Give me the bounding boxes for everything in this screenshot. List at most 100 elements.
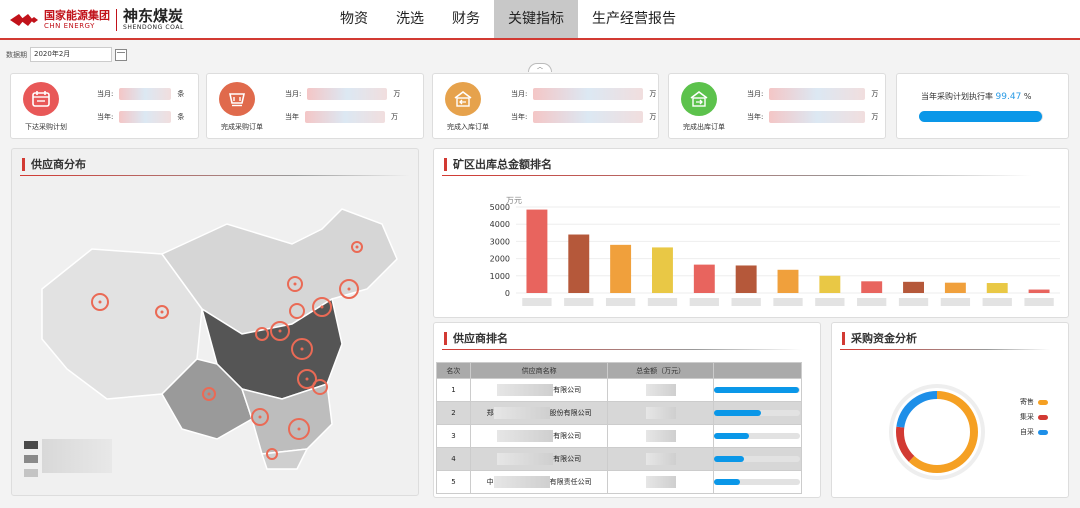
x-tick-label-redacted <box>940 298 971 306</box>
amount-cell <box>607 447 714 471</box>
nav-item-key-indicators[interactable]: 关键指标 <box>494 0 578 38</box>
kpi-month-label: 当月: <box>747 90 764 98</box>
donut-legend-centralized: 集采 <box>1020 412 1048 422</box>
execution-rate-fill <box>919 111 1043 122</box>
kpi-month-unit: 万 <box>871 90 879 98</box>
date-filter-label: 数据期 <box>6 50 27 59</box>
bar[interactable] <box>526 209 548 293</box>
bar[interactable] <box>652 247 673 293</box>
kpi-year-unit: 万 <box>391 113 398 121</box>
legend-label: 寄售 <box>1020 398 1034 406</box>
kpi-caption: 完成入库订单 <box>447 123 489 131</box>
warehouse-in-icon <box>445 82 481 116</box>
table-row[interactable]: 1 有限公司 <box>436 378 803 402</box>
y-tick-label: 5000 <box>490 203 510 212</box>
redacted-value <box>645 407 676 419</box>
bar[interactable] <box>986 283 1008 293</box>
bar[interactable] <box>610 244 632 293</box>
kpi-month-row: 当月: 万 <box>285 88 400 100</box>
bar[interactable] <box>735 265 757 293</box>
bar[interactable] <box>944 282 966 293</box>
supplier-name-suffix: 有限公司 <box>553 386 582 394</box>
collapse-toggle[interactable]: ︿ <box>528 63 552 72</box>
bar[interactable] <box>777 269 799 293</box>
donut-legend-consignment: 寄售 <box>1020 397 1048 407</box>
kpi-year-row: 当年: 万 <box>747 111 878 123</box>
bar[interactable] <box>861 281 883 293</box>
table-row[interactable]: 4 有限公司 <box>436 447 803 471</box>
panel-title: 供应商排名 <box>444 332 508 345</box>
legend-swatch <box>1038 429 1048 435</box>
y-tick-label: 1000 <box>490 272 510 281</box>
brand-logo[interactable]: 国家能源集团 CHN ENERGY 神东煤炭 SHENDONG COAL <box>10 7 184 33</box>
bar[interactable] <box>568 234 590 293</box>
redacted-value <box>769 88 866 100</box>
y-tick-label: 4000 <box>490 220 510 229</box>
table-row[interactable]: 3 有限公司 <box>436 424 803 448</box>
redacted-value <box>497 430 554 442</box>
share-bar-fill <box>714 456 744 462</box>
kpi-year-label: 当年: <box>97 113 114 121</box>
redacted-value <box>645 384 676 396</box>
kpi-year-label: 当年: <box>511 113 528 121</box>
nav-item-materials[interactable]: 物资 <box>326 0 382 38</box>
nav-item-finance[interactable]: 财务 <box>438 0 494 38</box>
execution-rate-text: 当年采购计划执行率 <box>921 92 993 101</box>
kpi-month-row: 当月: 条 <box>97 88 184 100</box>
supplier-dot <box>293 282 297 286</box>
table-header-row: 名次 供应商名称 总金额（万元） <box>436 362 803 379</box>
y-tick-label: 2000 <box>490 255 510 264</box>
kpi-year-row: 当年 万 <box>285 111 398 123</box>
kpi-year-label: 当年: <box>747 113 764 121</box>
kpi-year-unit: 条 <box>177 113 185 121</box>
supplier-name-suffix: 有限公司 <box>553 432 582 440</box>
nav-item-washing[interactable]: 洗选 <box>382 0 438 38</box>
redacted-value <box>645 453 676 465</box>
bar[interactable] <box>819 275 841 293</box>
legend-label: 集采 <box>1020 413 1034 421</box>
kpi-month-unit: 条 <box>177 90 185 98</box>
bar[interactable] <box>1028 289 1050 293</box>
share-bar <box>714 433 801 439</box>
company-name-en: SHENDONG COAL <box>123 23 185 31</box>
redacted-value <box>493 476 550 488</box>
calendar-picker-icon[interactable] <box>115 48 127 61</box>
y-tick-label: 3000 <box>490 237 510 246</box>
main-nav: 物资 洗选 财务 关键指标 生产经营报告 <box>326 0 690 38</box>
supplier-dot <box>320 305 324 309</box>
supplier-dot <box>278 329 282 333</box>
fund-analysis-panel: 采购资金分析 寄售 集采 自采 <box>831 322 1069 498</box>
top-bar: 国家能源集团 CHN ENERGY 神东煤炭 SHENDONG COAL 物资 … <box>0 0 1080 40</box>
kpi-month-label: 当月: <box>97 90 114 98</box>
redacted-value <box>533 111 644 123</box>
supplier-dot <box>355 245 359 249</box>
panel-title-underline <box>442 349 802 350</box>
legend-swatch-mid <box>24 455 38 463</box>
x-tick-label-redacted <box>898 298 929 306</box>
bar[interactable] <box>693 264 715 293</box>
kpi-card-purchase-orders: 完成采购订单 当月: 万 当年 万 <box>206 73 424 139</box>
rank-cell: 4 <box>436 447 471 471</box>
redacted-value <box>645 476 676 488</box>
amount-cell <box>607 401 714 425</box>
date-filter-input[interactable]: 2020年2月 <box>30 47 112 62</box>
nav-item-production-report[interactable]: 生产经营报告 <box>578 0 690 38</box>
company-name-cn: 神东煤炭 <box>123 6 184 25</box>
legend-swatch <box>1038 414 1048 420</box>
legend-swatch-low <box>24 469 38 477</box>
supplier-name-suffix: 有限公司 <box>553 455 582 463</box>
bar[interactable] <box>903 281 924 293</box>
table-row[interactable]: 2 郑 股份有限公司 <box>436 401 803 425</box>
cart-icon <box>219 82 255 116</box>
x-tick-label-redacted <box>982 298 1012 306</box>
date-filter: 数据期 2020年2月 <box>6 47 127 62</box>
table-row[interactable]: 5 中 有限责任公司 <box>436 470 803 494</box>
kpi-year-row: 当年: 条 <box>97 111 184 123</box>
supplier-name-cell: 有限公司 <box>469 424 609 448</box>
col-total-amount: 总金额（万元） <box>607 362 714 379</box>
supplier-name-prefix: 中 <box>486 478 494 486</box>
kpi-year-unit: 万 <box>871 113 879 121</box>
kpi-caption: 下达采购计划 <box>25 123 67 131</box>
execution-rate-unit: % <box>1023 92 1032 101</box>
x-tick-label-redacted <box>773 298 803 306</box>
